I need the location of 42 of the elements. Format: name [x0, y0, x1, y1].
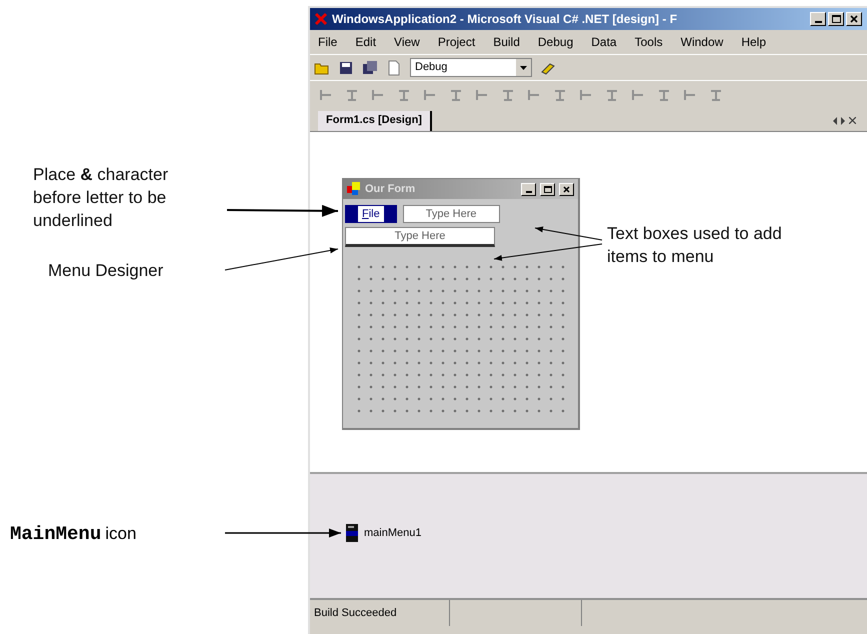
- menu-item[interactable]: Build: [493, 33, 520, 51]
- save-all-icon[interactable]: [362, 60, 378, 76]
- close-button[interactable]: [846, 12, 862, 26]
- menu-item[interactable]: Edit: [355, 33, 376, 51]
- status-text: Build Succeeded: [310, 600, 450, 626]
- menu-item[interactable]: Window: [680, 33, 724, 51]
- maximize-button[interactable]: [828, 12, 844, 26]
- callout-text: icon: [105, 523, 136, 545]
- callout-text: Place & character before letter to be underlined: [33, 164, 170, 232]
- minimize-button[interactable]: [521, 182, 536, 196]
- close-icon: [850, 15, 858, 23]
- menu-item[interactable]: Debug: [538, 33, 574, 51]
- minimize-button[interactable]: [810, 12, 826, 26]
- menu-item-field[interactable]: Type Here: [345, 227, 495, 247]
- callout-text: Menu Designer: [48, 260, 164, 282]
- form-title: Our Form: [365, 182, 416, 197]
- menu-component-icon[interactable]: [346, 524, 360, 542]
- form-icon: [347, 182, 361, 196]
- callout-code: MainMenu: [10, 522, 102, 547]
- menu-item-field[interactable]: Type Here: [402, 205, 500, 223]
- close-icon: [563, 186, 570, 192]
- maximize-button[interactable]: [540, 182, 555, 196]
- close-icon[interactable]: [849, 117, 856, 124]
- menu-item[interactable]: Tools: [634, 33, 663, 51]
- menu-item[interactable]: Project: [438, 33, 476, 51]
- close-button[interactable]: [559, 182, 574, 196]
- component-label[interactable]: mainMenu1: [364, 524, 422, 542]
- save-icon[interactable]: [338, 60, 354, 76]
- document-tab[interactable]: Form1.cs [Design]: [318, 110, 432, 130]
- menu-item[interactable]: View: [394, 33, 420, 51]
- app-icon: [314, 12, 328, 26]
- scroll-tabs-icon[interactable]: [833, 116, 845, 124]
- document-icon[interactable]: [386, 60, 402, 76]
- window-title: WindowsApplication2 - Microsoft Visual C# .NET [design] - F: [332, 11, 678, 28]
- configuration-dropdown[interactable]: Debug: [410, 58, 532, 77]
- menu-item[interactable]: File: [318, 33, 338, 51]
- caret-icon[interactable]: [516, 59, 531, 76]
- callout-text: Text boxes used to add items to menu: [607, 223, 782, 268]
- menu-item[interactable]: Data: [591, 33, 617, 51]
- leader-arrow: [534, 226, 602, 240]
- menu-item-field[interactable]: File: [345, 205, 397, 223]
- menu-item[interactable]: Help: [741, 33, 766, 51]
